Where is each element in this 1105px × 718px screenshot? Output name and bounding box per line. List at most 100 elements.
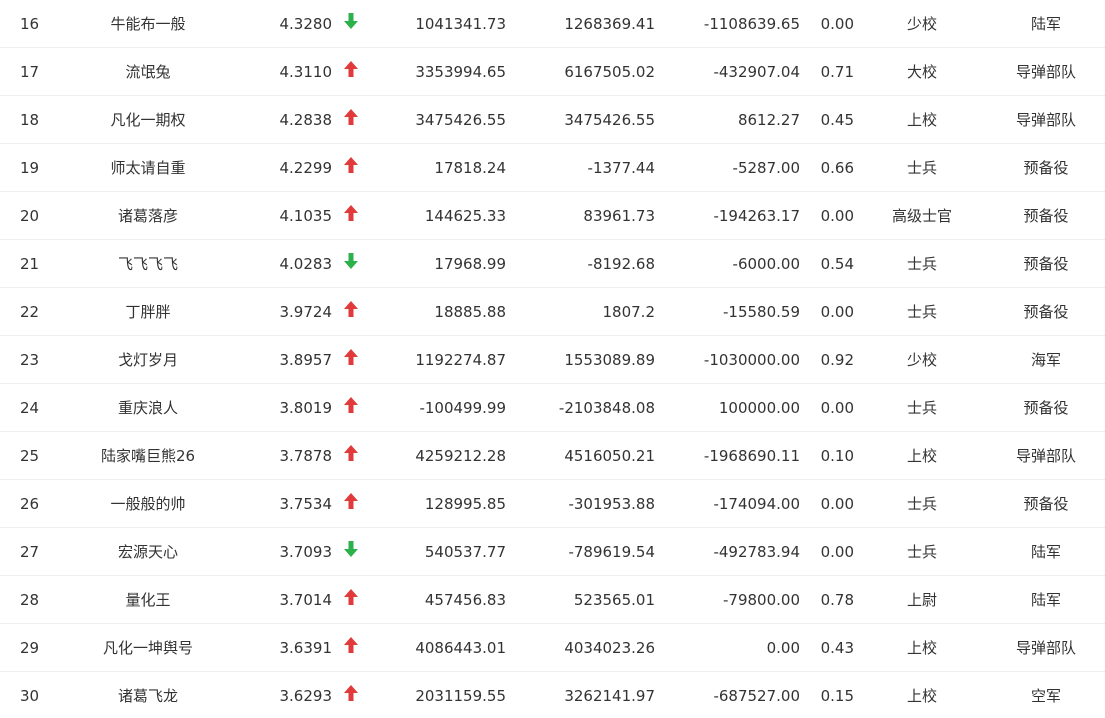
rank-cell: 29 bbox=[20, 639, 40, 657]
branch-cell: 导弹部队 bbox=[1015, 63, 1076, 81]
arrow-up-icon bbox=[344, 684, 358, 701]
value1-cell: 457456.83 bbox=[424, 591, 506, 609]
trend-cell bbox=[342, 384, 360, 432]
trend-cell bbox=[342, 192, 360, 240]
value2-cell: -789619.54 bbox=[568, 543, 655, 561]
value3-cell: -1030000.00 bbox=[703, 351, 800, 369]
table-row[interactable]: 21 飞飞飞飞 4.0283 17968.99 -8192.68 -6000.00 0.54… bbox=[0, 240, 1105, 288]
ranking-table: 16 牛能布一般 4.3280 1041341.73 1268369.41 -110863… bbox=[0, 0, 1105, 718]
name-cell[interactable]: 飞飞飞飞 bbox=[78, 240, 218, 288]
value3-cell: 100000.00 bbox=[718, 399, 800, 417]
name-cell[interactable]: 牛能布一般 bbox=[78, 0, 218, 48]
name-cell[interactable]: 宏源天心 bbox=[78, 528, 218, 576]
score-cell: 4.3110 bbox=[279, 63, 333, 81]
table-row[interactable]: 20 诸葛落彦 4.1035 144625.33 83961.73 -194263.17 0… bbox=[0, 192, 1105, 240]
table-row[interactable]: 16 牛能布一般 4.3280 1041341.73 1268369.41 -110863… bbox=[0, 0, 1105, 48]
rank-cell: 19 bbox=[20, 159, 40, 177]
ratio-cell: 0.00 bbox=[820, 207, 854, 225]
value2-cell: 1553089.89 bbox=[564, 351, 655, 369]
table-row[interactable]: 30 诸葛飞龙 3.6293 2031159.55 3262141.97 -687527.… bbox=[0, 672, 1105, 718]
name-cell[interactable]: 一般般的帅 bbox=[78, 480, 218, 528]
value2-cell: 1807.2 bbox=[602, 303, 656, 321]
name-cell[interactable]: 诸葛飞龙 bbox=[78, 672, 218, 718]
value1-cell: 3353994.65 bbox=[415, 63, 506, 81]
value2-cell: 1268369.41 bbox=[564, 15, 655, 33]
trend-cell bbox=[342, 240, 360, 288]
rank-cell: 25 bbox=[20, 447, 40, 465]
ratio-cell: 0.54 bbox=[820, 255, 854, 273]
table-row[interactable]: 25 陆家嘴巨熊26 3.7878 4259212.28 4516050.21 -1968… bbox=[0, 432, 1105, 480]
ratio-cell: 0.71 bbox=[820, 63, 854, 81]
name-cell[interactable]: 重庆浪人 bbox=[78, 384, 218, 432]
table-row[interactable]: 29 凡化一坤舆号 3.6391 4086443.01 4034023.26 0.00 0.… bbox=[0, 624, 1105, 672]
branch-cell: 陆军 bbox=[1030, 15, 1061, 33]
table-row[interactable]: 26 一般般的帅 3.7534 128995.85 -301953.88 -174094.… bbox=[0, 480, 1105, 528]
ratio-cell: 0.43 bbox=[820, 639, 854, 657]
level-cell: 高级士官 bbox=[891, 207, 952, 225]
rank-cell: 16 bbox=[20, 15, 40, 33]
score-cell: 3.8957 bbox=[279, 351, 333, 369]
branch-cell: 导弹部队 bbox=[1015, 111, 1076, 129]
ratio-cell: 0.10 bbox=[820, 447, 854, 465]
value2-cell: 6167505.02 bbox=[564, 63, 655, 81]
rank-cell: 24 bbox=[20, 399, 40, 417]
table-row[interactable]: 28 量化王 3.7014 457456.83 523565.01 -79800.00 0.… bbox=[0, 576, 1105, 624]
name-cell[interactable]: 师太请自重 bbox=[78, 144, 218, 192]
name-cell[interactable]: 诸葛落彦 bbox=[78, 192, 218, 240]
arrow-up-icon bbox=[344, 636, 358, 653]
ratio-cell: 0.78 bbox=[820, 591, 854, 609]
name-cell[interactable]: 量化王 bbox=[78, 576, 218, 624]
value3-cell: -194263.17 bbox=[713, 207, 800, 225]
value2-cell: -1377.44 bbox=[587, 159, 655, 177]
rank-cell: 20 bbox=[20, 207, 40, 225]
level-cell: 上校 bbox=[906, 447, 937, 465]
name-cell[interactable]: 丁胖胖 bbox=[78, 288, 218, 336]
branch-cell: 预备役 bbox=[1023, 399, 1069, 417]
value2-cell: -301953.88 bbox=[568, 495, 655, 513]
table-row[interactable]: 24 重庆浪人 3.8019 -100499.99 -2103848.08 100000.… bbox=[0, 384, 1105, 432]
level-cell: 士兵 bbox=[906, 495, 937, 513]
value3-cell: 0.00 bbox=[766, 639, 800, 657]
rank-cell: 28 bbox=[20, 591, 40, 609]
table-row[interactable]: 23 戈灯岁月 3.8957 1192274.87 1553089.89 -1030000… bbox=[0, 336, 1105, 384]
level-cell: 上校 bbox=[906, 111, 937, 129]
value3-cell: -1108639.65 bbox=[703, 15, 800, 33]
name-cell[interactable]: 陆家嘴巨熊26 bbox=[78, 432, 218, 480]
score-cell: 3.7878 bbox=[279, 447, 333, 465]
table-row[interactable]: 17 流氓兔 4.3110 3353994.65 6167505.02 -432907.0… bbox=[0, 48, 1105, 96]
table-row[interactable]: 19 师太请自重 4.2299 17818.24 -1377.44 -5287.00 0.6… bbox=[0, 144, 1105, 192]
trend-cell bbox=[342, 336, 360, 384]
arrow-up-icon bbox=[344, 204, 358, 221]
trend-cell bbox=[342, 0, 360, 48]
level-cell: 士兵 bbox=[906, 159, 937, 177]
ratio-cell: 0.00 bbox=[820, 15, 854, 33]
branch-cell: 预备役 bbox=[1023, 303, 1069, 321]
level-cell: 少校 bbox=[906, 15, 937, 33]
score-cell: 4.3280 bbox=[279, 15, 333, 33]
value3-cell: -5287.00 bbox=[732, 159, 800, 177]
trend-cell bbox=[342, 288, 360, 336]
value2-cell: 3262141.97 bbox=[564, 687, 655, 705]
table-row[interactable]: 18 凡化一期权 4.2838 3475426.55 3475426.55 8612.27… bbox=[0, 96, 1105, 144]
table-row[interactable]: 27 宏源天心 3.7093 540537.77 -789619.54 -492783.9… bbox=[0, 528, 1105, 576]
branch-cell: 导弹部队 bbox=[1015, 639, 1076, 657]
branch-cell: 陆军 bbox=[1030, 543, 1061, 561]
value3-cell: -492783.94 bbox=[713, 543, 800, 561]
ratio-cell: 0.00 bbox=[820, 303, 854, 321]
trend-cell bbox=[342, 528, 360, 576]
rank-cell: 21 bbox=[20, 255, 40, 273]
value1-cell: 18885.88 bbox=[434, 303, 506, 321]
value2-cell: -2103848.08 bbox=[558, 399, 655, 417]
name-cell[interactable]: 凡化一期权 bbox=[78, 96, 218, 144]
score-cell: 3.8019 bbox=[279, 399, 333, 417]
value1-cell: 4259212.28 bbox=[415, 447, 506, 465]
table-row[interactable]: 22 丁胖胖 3.9724 18885.88 1807.2 -15580.59 0.00 士兵… bbox=[0, 288, 1105, 336]
trend-cell bbox=[342, 480, 360, 528]
name-cell[interactable]: 流氓兔 bbox=[78, 48, 218, 96]
rank-cell: 26 bbox=[20, 495, 40, 513]
value2-cell: 523565.01 bbox=[573, 591, 655, 609]
name-cell[interactable]: 凡化一坤舆号 bbox=[78, 624, 218, 672]
name-cell[interactable]: 戈灯岁月 bbox=[78, 336, 218, 384]
value3-cell: 8612.27 bbox=[737, 111, 800, 129]
arrow-up-icon bbox=[344, 156, 358, 173]
